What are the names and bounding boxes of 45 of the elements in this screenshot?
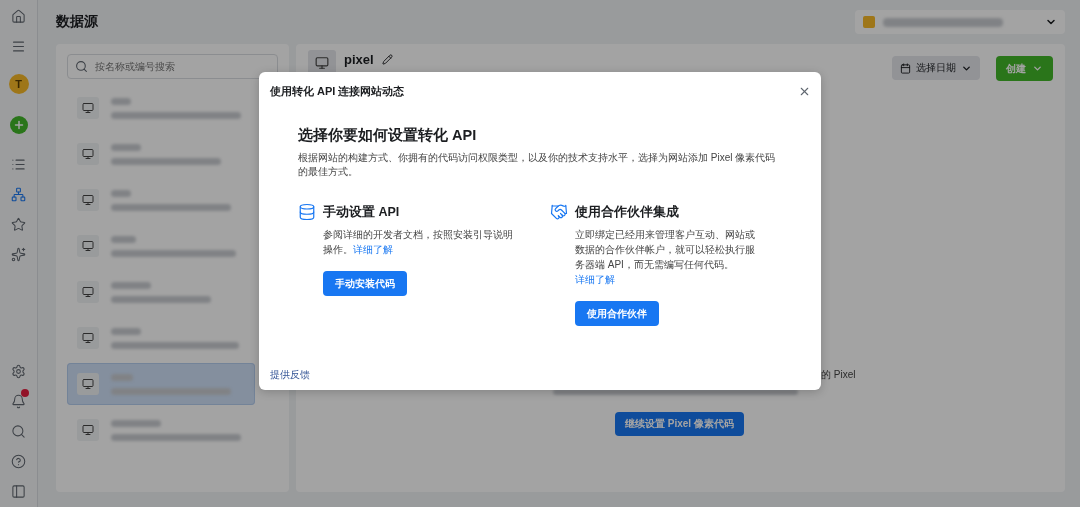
search-field[interactable]: 按名称或编号搜索 xyxy=(67,54,278,79)
continue-setup-button[interactable]: 继续设置 Pixel 像素代码 xyxy=(615,412,744,436)
monitor-icon xyxy=(77,373,99,395)
learn-more-link[interactable]: 详细了解 xyxy=(575,274,615,285)
plus-icon[interactable] xyxy=(9,116,28,134)
monitor-icon xyxy=(77,189,99,211)
database-icon xyxy=(298,203,316,221)
monitor-icon xyxy=(77,97,99,119)
dialog-heading: 选择你要如何设置转化 API xyxy=(298,126,478,145)
option-button[interactable]: 手动安装代码 xyxy=(323,271,407,296)
handshake-icon xyxy=(550,203,568,221)
caret-icon xyxy=(1032,63,1043,74)
option-description: 立即绑定已经用来管理客户互动、网站或数据的合作伙伴帐户，就可以轻松执行服务器端 API，而无需编写任何代码。 详细了解 xyxy=(575,228,756,287)
monitor-icon xyxy=(77,235,99,257)
monitor-icon xyxy=(77,327,99,349)
account-selector[interactable] xyxy=(855,10,1065,34)
page-title: 数据源 xyxy=(56,13,98,31)
option-description: 参阅详细的开发者文档，按照安装引导说明操作。详细了解 xyxy=(323,228,514,257)
redacted-text xyxy=(111,419,161,427)
redacted-text xyxy=(111,235,136,243)
monitor-icon xyxy=(77,143,99,165)
redacted-text xyxy=(111,97,131,105)
learn-more-link[interactable]: 详细了解 xyxy=(353,244,393,255)
dialog-title: 使用转化 API 连接网站动态 xyxy=(270,83,405,99)
date-picker-button[interactable]: 选择日期 xyxy=(892,56,980,80)
body-text: 的 Pixel xyxy=(821,369,856,380)
avatar[interactable]: T xyxy=(8,74,29,94)
search-icon xyxy=(75,60,88,73)
redacted-text xyxy=(111,373,133,381)
option-button[interactable]: 使用合作伙伴 xyxy=(575,301,659,326)
calendar-icon xyxy=(900,62,911,74)
dialog-description: 根据网站的构建方式、你拥有的代码访问权限类型，以及你的技术支持水平，选择为网站添加 Pixel 像素代码的最佳方式。 xyxy=(298,151,777,179)
redacted-text xyxy=(111,143,141,151)
redacted-text xyxy=(111,327,141,335)
pencil-icon[interactable] xyxy=(381,53,393,65)
option-title: 手动设置 API xyxy=(323,203,400,221)
monitor-icon xyxy=(77,281,99,303)
notification-badge xyxy=(20,389,29,397)
redacted-text xyxy=(111,189,131,197)
pixel-name: pixel xyxy=(344,51,374,67)
monitor-icon xyxy=(77,419,99,441)
feedback-link[interactable]: 提供反馈 xyxy=(259,368,821,390)
option-title: 使用合作伙伴集成 xyxy=(575,203,679,221)
redacted-text xyxy=(111,281,151,289)
create-button[interactable]: 创建 xyxy=(996,56,1053,81)
